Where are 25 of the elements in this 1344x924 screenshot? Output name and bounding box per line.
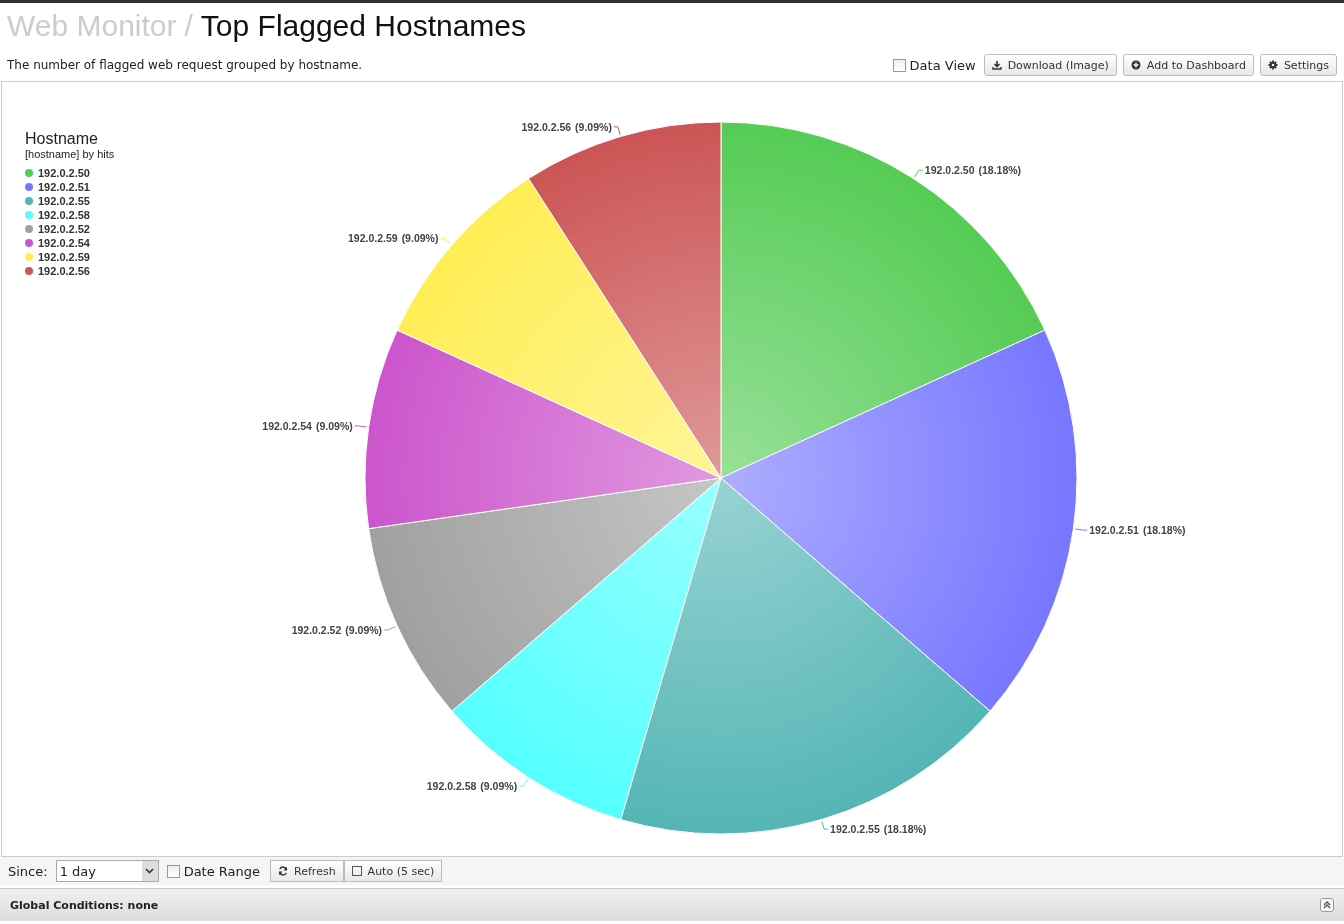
slice-label: 192.0.2.58 (9.09%) — [426, 779, 518, 792]
legend-label: 192.0.2.56 — [38, 265, 90, 277]
legend-subtitle: [hostname] by hits — [25, 148, 115, 160]
slice-label: 192.0.2.52 (9.09%) — [291, 624, 383, 637]
date-range-label: Date Range — [183, 863, 261, 879]
legend-title: Hostname — [25, 130, 99, 148]
slice-label: 192.0.2.55 (18.18%) — [830, 823, 927, 836]
description-text: The number of flagged web request grouped by hostname. — [7, 58, 363, 72]
slice-label: 192.0.2.59 (9.09%) — [348, 232, 439, 245]
legend-label: 192.0.2.52 — [38, 223, 90, 235]
breadcrumb-separator: / — [184, 9, 193, 43]
legend-label: 192.0.2.51 — [38, 181, 90, 193]
data-view-label: Data View — [909, 57, 976, 73]
legend-label: 192.0.2.54 — [38, 237, 90, 249]
since-label: Since: — [8, 863, 48, 879]
slice-label: 192.0.2.56 (9.09%) — [521, 120, 612, 133]
legend-label: 192.0.2.50 — [38, 167, 90, 179]
legend-label: 192.0.2.55 — [38, 195, 90, 207]
slice-label: 192.0.2.54 (9.09%) — [262, 419, 353, 432]
global-conditions-text: Global Conditions: none — [10, 898, 159, 912]
page-title: Top Flagged Hostnames — [200, 9, 527, 43]
legend-label: 192.0.2.59 — [38, 251, 90, 263]
slice-label: 192.0.2.50 (18.18%) — [924, 164, 1022, 177]
slice-label: 192.0.2.51 (18.18%) — [1089, 524, 1186, 537]
legend-label: 192.0.2.58 — [38, 209, 90, 221]
